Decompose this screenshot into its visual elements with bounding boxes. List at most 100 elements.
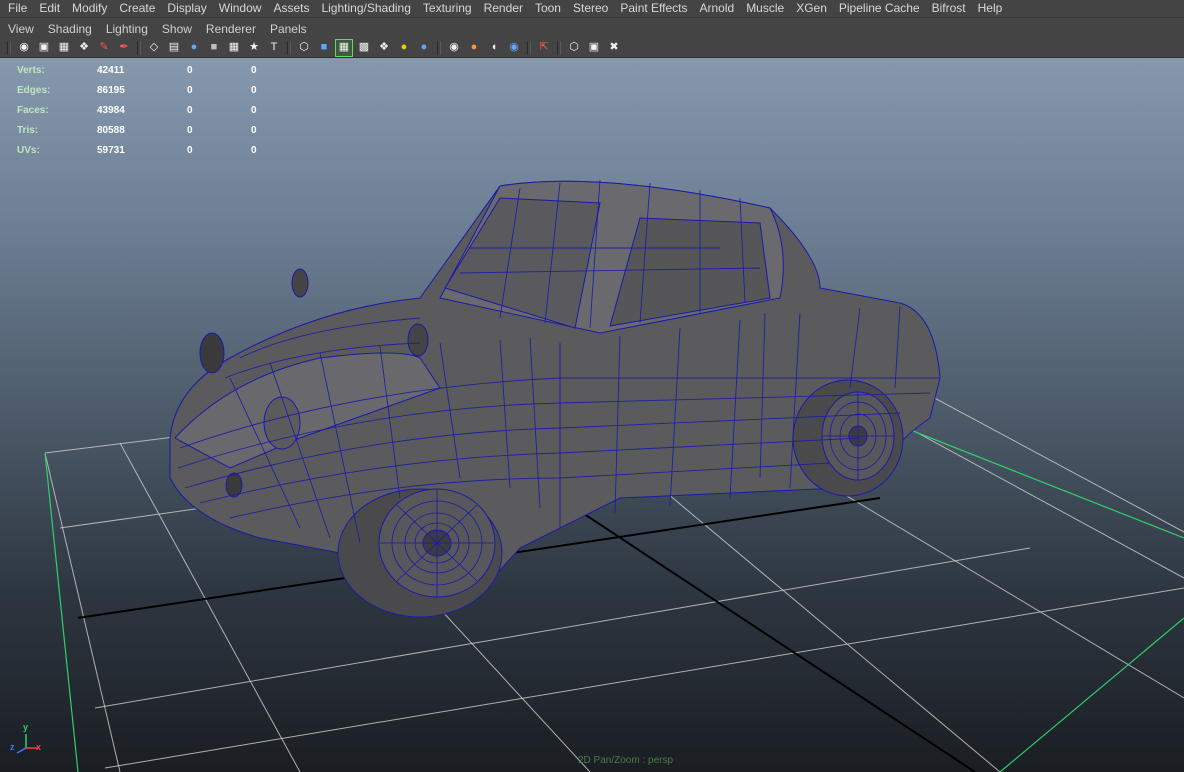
textured-icon[interactable]: ▦ <box>335 38 353 57</box>
toolbar-separator <box>287 40 291 55</box>
menu-file[interactable]: File <box>0 0 33 17</box>
select-camera-icon[interactable]: ◉ <box>506 40 522 56</box>
hud-value: 0 <box>187 84 193 96</box>
panel-menu-shading[interactable]: Shading <box>41 19 99 39</box>
hud-label: Verts: <box>17 64 45 76</box>
ambient-occlusion-icon[interactable]: ● <box>416 40 432 56</box>
hud-value: 43984 <box>97 104 125 116</box>
axis-label-y: y <box>23 722 29 732</box>
grid-border-left <box>44 452 79 772</box>
hud-row-verts: Verts: 42411 0 0 <box>17 60 315 80</box>
smooth-shade-icon[interactable]: ▤ <box>166 40 182 56</box>
2d-pan-zoom-icon[interactable]: ❖ <box>76 40 92 56</box>
toolbar-separator <box>527 40 531 55</box>
menu-stereo[interactable]: Stereo <box>567 0 614 17</box>
menu-texturing[interactable]: Texturing <box>417 0 478 17</box>
menu-toon[interactable]: Toon <box>529 0 567 17</box>
hud-value: 0 <box>187 104 193 116</box>
bookmark-icon[interactable]: ▣ <box>36 40 52 56</box>
toolbar-separator <box>137 40 141 55</box>
grid-border-right <box>879 417 1184 539</box>
camera-attributes-icon[interactable]: ◉ <box>16 40 32 56</box>
menu-assets[interactable]: Assets <box>267 0 315 17</box>
panel-menu-lighting[interactable]: Lighting <box>99 19 155 39</box>
lights-icon[interactable]: ● <box>396 40 412 56</box>
wireframe-icon[interactable]: ◇ <box>146 40 162 56</box>
menu-help[interactable]: Help <box>972 0 1009 17</box>
hud-value: 59731 <box>97 144 125 156</box>
menu-edit[interactable]: Edit <box>33 0 66 17</box>
hud-value: 86195 <box>97 84 125 96</box>
menu-modify[interactable]: Modify <box>66 0 113 17</box>
checker-icon[interactable]: ▩ <box>356 40 372 56</box>
side-mirror-right <box>407 323 429 357</box>
menu-display[interactable]: Display <box>161 0 212 17</box>
image-plane-icon[interactable]: ▦ <box>56 40 72 56</box>
resolution-gate-icon[interactable]: T <box>266 40 282 56</box>
hud-label: Edges: <box>17 84 51 96</box>
menu-muscle[interactable]: Muscle <box>740 0 790 17</box>
headlight-left <box>199 332 225 374</box>
menu-window[interactable]: Window <box>213 0 268 17</box>
toolbar-separator <box>437 40 441 55</box>
car-model <box>169 180 941 618</box>
panel-menu-show[interactable]: Show <box>155 19 199 39</box>
hud-row-faces: Faces: 43984 0 0 <box>17 100 315 120</box>
viewport-scene <box>16 179 1184 772</box>
poly-count-hud: Verts: 42411 0 0 Edges: 86195 0 0 Faces:… <box>17 60 315 160</box>
axis-label-x: x <box>36 742 42 752</box>
grid-axis-z <box>559 497 976 772</box>
axis-label-z: z <box>10 742 15 752</box>
anti-aliasing-icon[interactable]: ● <box>466 40 482 56</box>
hud-value: 0 <box>251 84 257 96</box>
viewport-toolbar: ◉ ▣ ▦ ❖ ✎ ✒ ◇ ▤ ● ■ ▦ ★ T ⬡ ■ ▦ ▩ ❖ ● ● … <box>0 38 1184 58</box>
camera-status: 2D Pan/Zoom : persp <box>578 755 674 766</box>
panel-menu-view[interactable]: View <box>0 19 41 39</box>
shadows-icon[interactable]: ❖ <box>376 40 392 56</box>
toggle-gate-icon[interactable]: ▣ <box>586 40 602 56</box>
hud-value: 0 <box>251 124 257 136</box>
smooth-shaded-all-icon[interactable]: ■ <box>316 40 332 56</box>
menu-pipeline-cache[interactable]: Pipeline Cache <box>833 0 926 17</box>
hud-value: 0 <box>251 64 257 76</box>
main-menu-bar: File Edit Modify Create Display Window A… <box>0 0 1184 17</box>
hud-value: 0 <box>251 144 257 156</box>
menu-lighting-shading[interactable]: Lighting/Shading <box>315 0 416 17</box>
side-mirror-left <box>291 268 309 298</box>
hud-icon[interactable]: ⬡ <box>566 40 582 56</box>
hud-label: UVs: <box>17 144 40 156</box>
depth-of-field-icon[interactable]: ◖ <box>486 40 502 56</box>
menu-xgen[interactable]: XGen <box>790 0 833 17</box>
hud-value: 80588 <box>97 124 125 136</box>
hud-label: Tris: <box>17 124 39 136</box>
toolbar-separator <box>7 40 11 55</box>
hud-value: 0 <box>251 104 257 116</box>
menu-create[interactable]: Create <box>113 0 161 17</box>
panel-menu-panels[interactable]: Panels <box>263 19 314 39</box>
paint-tool-icon[interactable]: ✒ <box>116 40 132 56</box>
menu-bifrost[interactable]: Bifrost <box>926 0 972 17</box>
panel-menu-renderer[interactable]: Renderer <box>199 19 263 39</box>
hud-row-uvs: UVs: 59731 0 0 <box>17 140 315 160</box>
xray-joints-icon[interactable]: ▦ <box>226 40 242 56</box>
isolate-icon[interactable]: ★ <box>246 40 262 56</box>
wireframe-on-shaded-icon[interactable]: ● <box>186 40 202 56</box>
menu-arnold[interactable]: Arnold <box>694 0 741 17</box>
3d-viewport[interactable]: Verts: 42411 0 0 Edges: 86195 0 0 Faces:… <box>0 58 1184 772</box>
xray-icon[interactable]: ■ <box>206 40 222 56</box>
grease-pencil-icon[interactable]: ✎ <box>96 40 112 56</box>
grid-border-front <box>999 617 1184 772</box>
hud-label: Faces: <box>17 104 49 116</box>
hud-value: 0 <box>187 64 193 76</box>
share-icon[interactable]: ✖ <box>606 40 622 56</box>
hud-value: 42411 <box>97 64 125 76</box>
default-material-icon[interactable]: ⬡ <box>296 40 312 56</box>
isolate-select-icon[interactable]: ⇱ <box>536 40 552 56</box>
hud-row-tris: Tris: 80588 0 0 <box>17 120 315 140</box>
menu-render[interactable]: Render <box>478 0 529 17</box>
menu-paint-effects[interactable]: Paint Effects <box>614 0 693 17</box>
panel-menu-bar: View Shading Lighting Show Renderer Pane… <box>0 17 1184 39</box>
motion-blur-icon[interactable]: ◉ <box>446 40 462 56</box>
hud-value: 0 <box>187 124 193 136</box>
hud-row-edges: Edges: 86195 0 0 <box>17 80 315 100</box>
